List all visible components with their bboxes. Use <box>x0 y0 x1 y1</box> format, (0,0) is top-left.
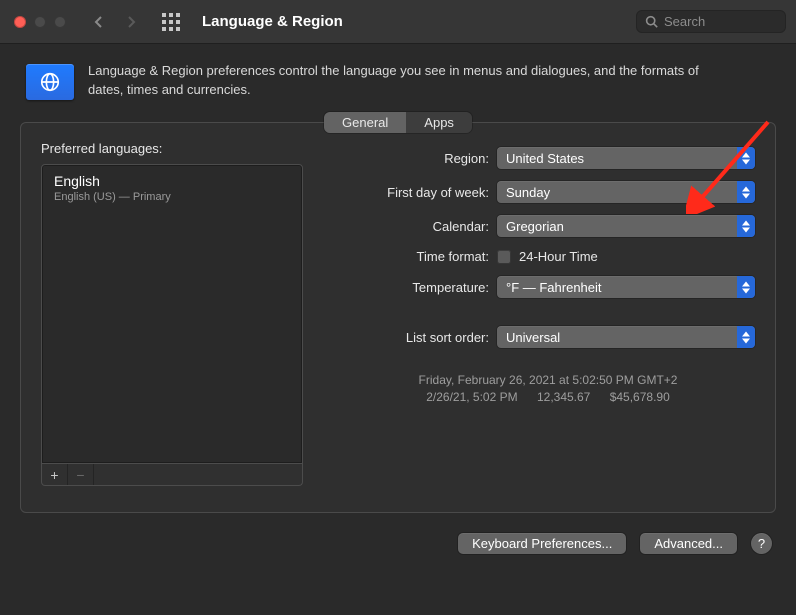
minimize-window-button[interactable] <box>34 16 46 28</box>
time-format-label: Time format: <box>341 249 497 264</box>
chevron-updown-icon <box>737 147 755 169</box>
zoom-window-button[interactable] <box>54 16 66 28</box>
chevron-updown-icon <box>737 326 755 348</box>
calendar-dropdown[interactable]: Gregorian <box>497 215 755 237</box>
intro-text: Language & Region preferences control th… <box>88 62 728 100</box>
language-name: English <box>54 173 290 189</box>
region-label: Region: <box>341 151 497 166</box>
tab-apps[interactable]: Apps <box>406 112 472 133</box>
chevron-updown-icon <box>737 215 755 237</box>
sample-line1: Friday, February 26, 2021 at 5:02:50 PM … <box>341 372 755 389</box>
list-sort-value: Universal <box>506 330 560 345</box>
window-title: Language & Region <box>202 13 343 30</box>
temperature-label: Temperature: <box>341 280 497 295</box>
list-item[interactable]: English English (US) — Primary <box>42 165 302 209</box>
list-footer: + − <box>41 464 303 486</box>
list-sort-dropdown[interactable]: Universal <box>497 326 755 348</box>
region-value: United States <box>506 151 584 166</box>
nav-controls <box>92 13 180 31</box>
bottom-buttons: Keyboard Preferences... Advanced... ? <box>0 525 796 554</box>
preferred-languages-list[interactable]: English English (US) — Primary <box>41 164 303 464</box>
24-hour-checkbox[interactable] <box>497 250 511 264</box>
temperature-dropdown[interactable]: °F — Fahrenheit <box>497 276 755 298</box>
search-input[interactable] <box>664 14 764 29</box>
intro-section: Language & Region preferences control th… <box>0 44 796 112</box>
region-form: Region: United States First day of week:… <box>341 141 755 486</box>
sample-date: 2/26/21, 5:02 PM <box>426 390 517 404</box>
keyboard-preferences-button[interactable]: Keyboard Preferences... <box>458 533 626 554</box>
titlebar: Language & Region <box>0 0 796 44</box>
tab-general[interactable]: General <box>324 112 406 133</box>
first-day-dropdown[interactable]: Sunday <box>497 181 755 203</box>
list-sort-label: List sort order: <box>341 330 497 345</box>
first-day-value: Sunday <box>506 185 550 200</box>
sample-number: 12,345.67 <box>537 390 590 404</box>
add-language-button[interactable]: + <box>42 464 68 485</box>
calendar-label: Calendar: <box>341 219 497 234</box>
forward-button[interactable] <box>124 15 138 29</box>
chevron-updown-icon <box>737 276 755 298</box>
preferred-languages-label: Preferred languages: <box>41 141 303 156</box>
first-day-label: First day of week: <box>341 185 497 200</box>
sample-currency: $45,678.90 <box>610 390 670 404</box>
help-button[interactable]: ? <box>751 533 772 554</box>
show-all-button[interactable] <box>162 13 180 31</box>
search-field[interactable] <box>636 10 786 33</box>
region-dropdown[interactable]: United States <box>497 147 755 169</box>
settings-panel: Preferred languages: English English (US… <box>20 122 776 513</box>
language-region-icon <box>26 64 74 100</box>
language-sub: English (US) — Primary <box>54 191 290 203</box>
calendar-value: Gregorian <box>506 219 564 234</box>
24-hour-label: 24-Hour Time <box>519 249 598 264</box>
back-button[interactable] <box>92 15 106 29</box>
temperature-value: °F — Fahrenheit <box>506 280 602 295</box>
window-controls <box>14 16 66 28</box>
advanced-button[interactable]: Advanced... <box>640 533 737 554</box>
chevron-updown-icon <box>737 181 755 203</box>
close-window-button[interactable] <box>14 16 26 28</box>
remove-language-button[interactable]: − <box>68 464 94 485</box>
format-sample: Friday, February 26, 2021 at 5:02:50 PM … <box>341 372 755 407</box>
